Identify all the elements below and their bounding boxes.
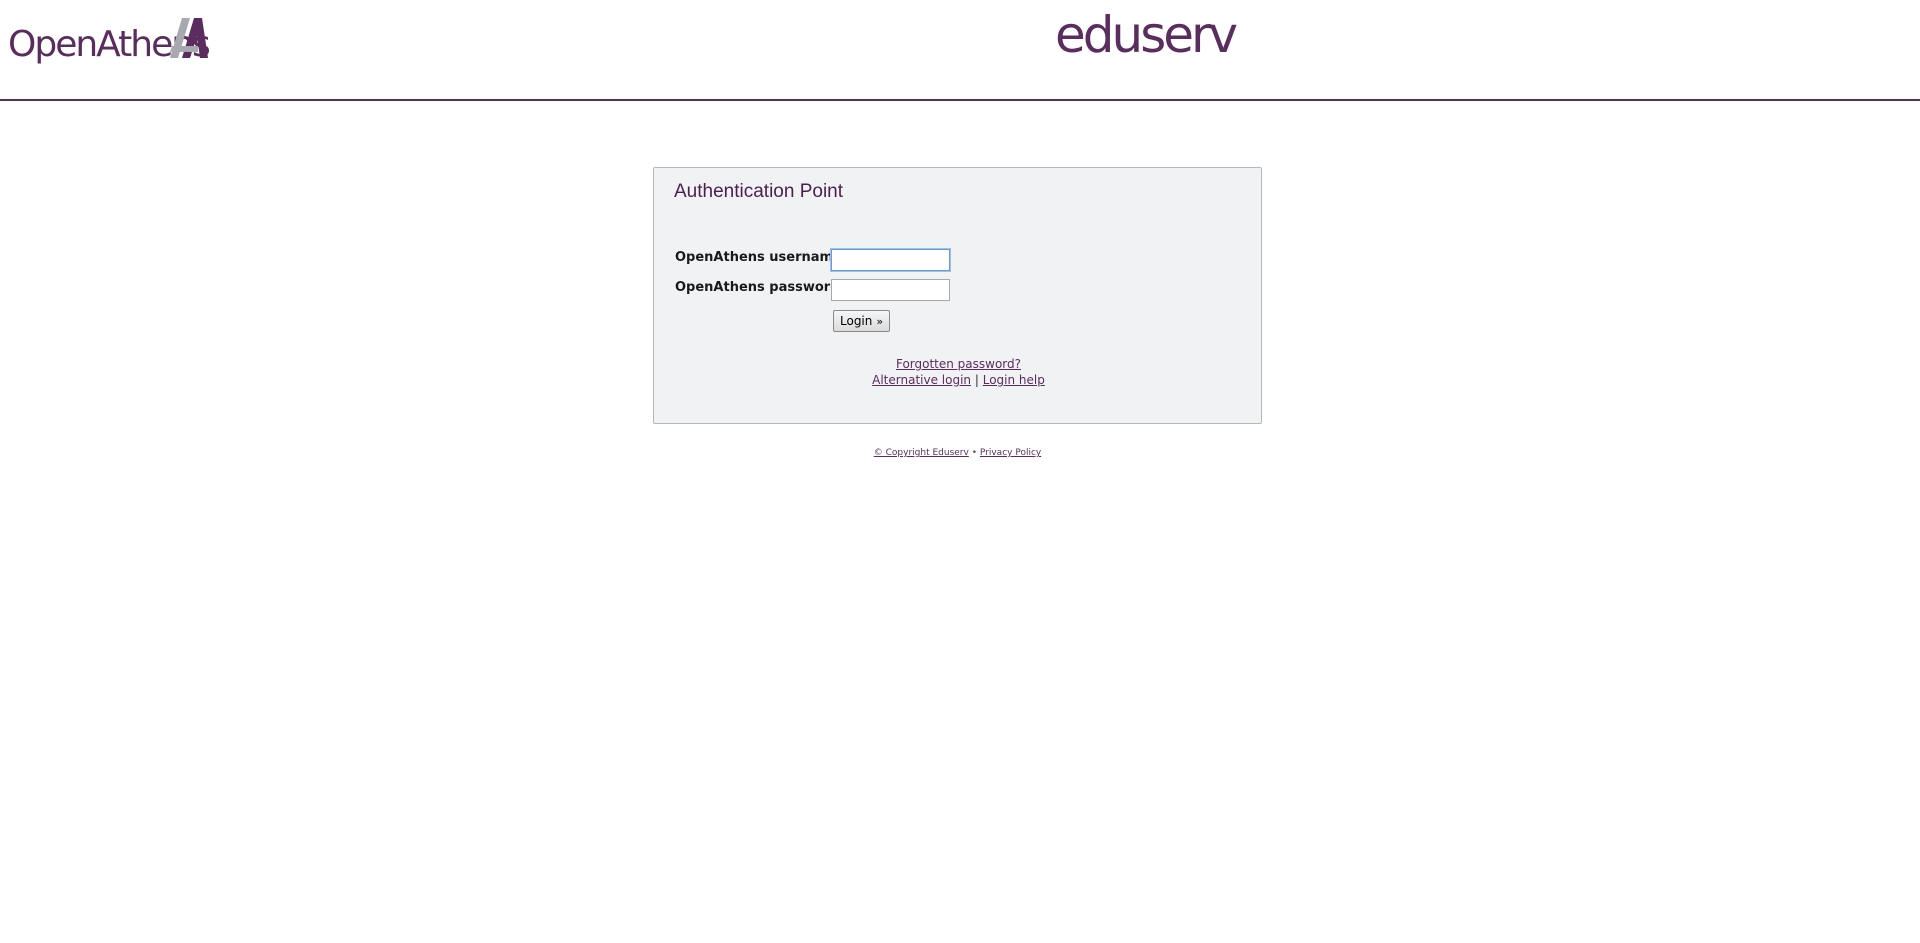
footer-separator: • — [971, 448, 978, 458]
password-input[interactable] — [831, 279, 950, 301]
openathens-a-icon — [170, 18, 208, 58]
username-input[interactable] — [831, 249, 950, 271]
header: OpenAthens eduserv — [0, 0, 1920, 101]
password-label: OpenAthens password: — [675, 280, 845, 295]
username-label: OpenAthens username: — [675, 250, 848, 265]
eduserv-logo: eduserv — [1055, 6, 1238, 64]
login-button-label: Login — [840, 314, 873, 328]
double-chevron-right-icon: » — [876, 314, 884, 328]
link-separator: | — [974, 373, 979, 387]
alternative-login-link[interactable]: Alternative login — [872, 373, 971, 387]
panel-title: Authentication Point — [674, 181, 844, 202]
help-links: Forgotten password? Alternative login | … — [654, 356, 1263, 388]
forgotten-row: Forgotten password? — [654, 356, 1263, 372]
alt-links-row: Alternative login | Login help — [654, 372, 1263, 388]
authentication-panel: Authentication Point OpenAthens username… — [653, 167, 1262, 424]
footer: © Copyright Eduserv • Privacy Policy — [653, 448, 1262, 458]
openathens-logo: OpenAthens — [8, 16, 211, 72]
copyright-link[interactable]: © Copyright Eduserv — [874, 448, 969, 458]
login-button[interactable]: Login » — [833, 310, 891, 332]
forgotten-password-link[interactable]: Forgotten password? — [896, 357, 1021, 371]
privacy-policy-link[interactable]: Privacy Policy — [980, 448, 1041, 458]
login-help-link[interactable]: Login help — [983, 373, 1045, 387]
